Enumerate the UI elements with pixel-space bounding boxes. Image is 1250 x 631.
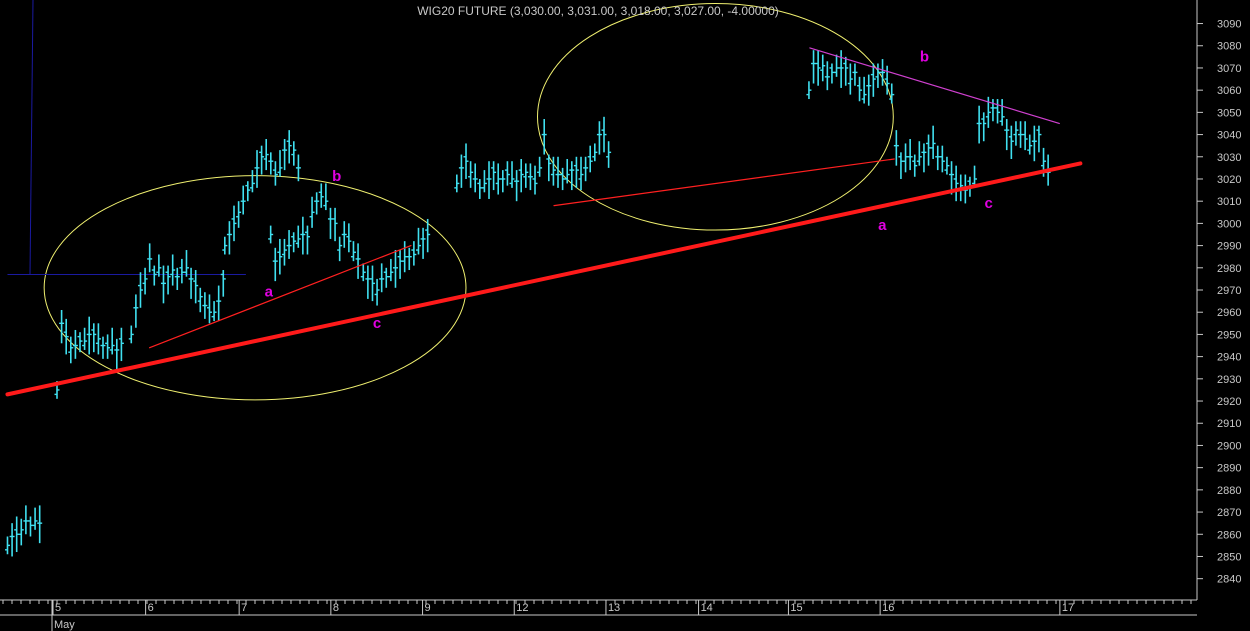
x-tick-label: 5 [55,602,61,614]
chart-title: WIG20 FUTURE (3,030.00, 3,031.00, 3,018.… [417,4,779,18]
x-month-label: May [54,619,75,631]
wave-label-c: c [373,315,381,332]
y-tick-label: 2860 [1217,529,1241,541]
x-tick-label: 13 [608,602,620,614]
x-tick-label: 16 [882,602,894,614]
y-tick-label: 2910 [1217,418,1241,430]
y-tick-label: 2960 [1217,307,1241,319]
wave-label-b: b [920,48,929,65]
y-tick-label: 2850 [1217,551,1241,563]
wave-label-a: a [878,217,887,234]
wave-label-a: a [265,284,274,301]
y-tick-label: 2990 [1217,241,1241,253]
y-tick-label: 3070 [1217,63,1241,75]
y-tick-label: 2870 [1217,507,1241,519]
chart-background [0,0,1250,631]
wave-label-b: b [332,168,341,185]
y-tick-label: 2950 [1217,329,1241,341]
y-tick-label: 3020 [1217,174,1241,186]
x-tick-label: 6 [148,602,154,614]
y-tick-label: 2980 [1217,263,1241,275]
y-tick-label: 2930 [1217,374,1241,386]
x-tick-label: 17 [1062,602,1074,614]
x-tick-label: 9 [425,602,431,614]
wave-label-c: c [985,195,993,212]
y-tick-label: 3000 [1217,218,1241,230]
y-tick-label: 2900 [1217,440,1241,452]
ohlc-chart: 2840 2850 2860 2870 2880 2890 2900 2910 2920 2930… [0,0,1250,631]
y-tick-label: 2940 [1217,352,1241,364]
y-tick-label: 3050 [1217,107,1241,119]
y-tick-label: 3060 [1217,85,1241,97]
x-tick-label: 14 [701,602,713,614]
y-tick-label: 2890 [1217,463,1241,475]
x-tick-label: 7 [241,602,247,614]
y-tick-label: 2970 [1217,285,1241,297]
y-tick-label: 3010 [1217,196,1241,208]
x-tick-label: 8 [333,602,339,614]
x-tick-label: 12 [516,602,528,614]
y-tick-label: 3090 [1217,19,1241,31]
y-tick-label: 3040 [1217,130,1241,142]
y-tick-label: 3080 [1217,41,1241,53]
y-tick-label: 2880 [1217,485,1241,497]
y-tick-label: 2920 [1217,396,1241,408]
y-tick-label: 3030 [1217,152,1241,164]
x-tick-label: 15 [790,602,802,614]
y-tick-label: 2840 [1217,574,1241,586]
